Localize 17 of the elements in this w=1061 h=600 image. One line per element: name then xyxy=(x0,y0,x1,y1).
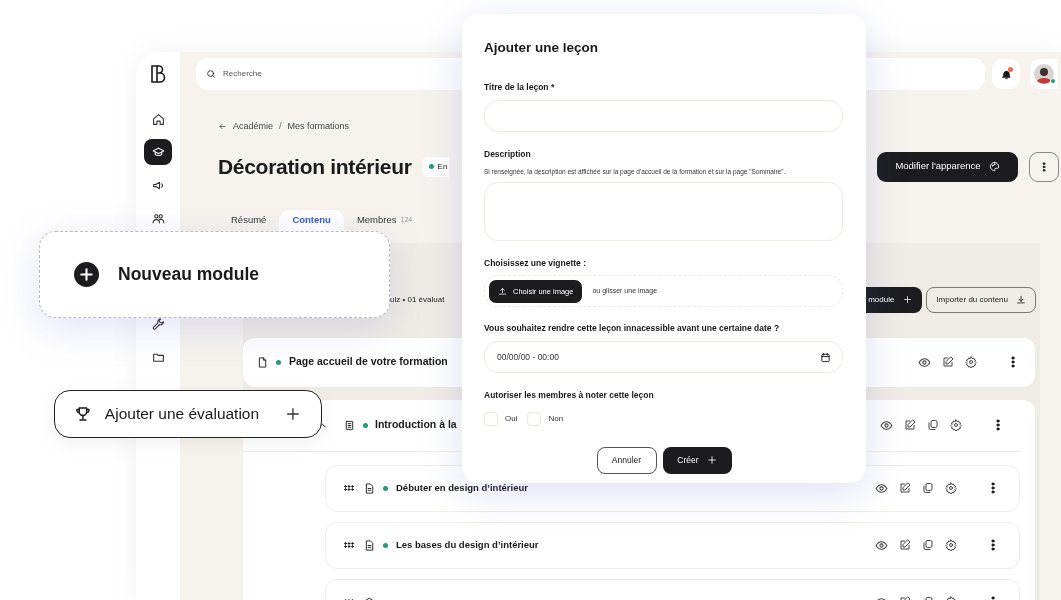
status-badge: En xyxy=(421,156,450,177)
field-label: Titre de la leçon * xyxy=(484,81,556,94)
breadcrumb-separator: / xyxy=(279,120,282,133)
course-title: Décoration intérieur xyxy=(218,153,412,180)
field-label: Vous souhaitez rendre cette leçon innacessible avant une certaine date ? xyxy=(484,322,781,335)
modal-title: Ajouter une leçon xyxy=(484,39,599,57)
checkbox-label: Non xyxy=(548,412,564,425)
lesson-title: Débuter en design d’intérieur xyxy=(396,480,528,495)
module-title: Introduction à la xyxy=(375,417,457,433)
content-summary: uiz • 01 évaluat xyxy=(390,293,445,306)
page-title: Page accueil de votre formation xyxy=(289,354,448,370)
field-label: Autoriser les membres à noter cette leçon xyxy=(484,389,655,402)
field-label: Choisissez une vignette : xyxy=(484,256,588,270)
checkbox-label: Oui xyxy=(505,412,518,425)
field-label: Description xyxy=(484,148,532,161)
lesson-title: Les bases du design d’intérieur xyxy=(396,537,539,552)
new-module-label: Nouveau module xyxy=(118,263,259,287)
